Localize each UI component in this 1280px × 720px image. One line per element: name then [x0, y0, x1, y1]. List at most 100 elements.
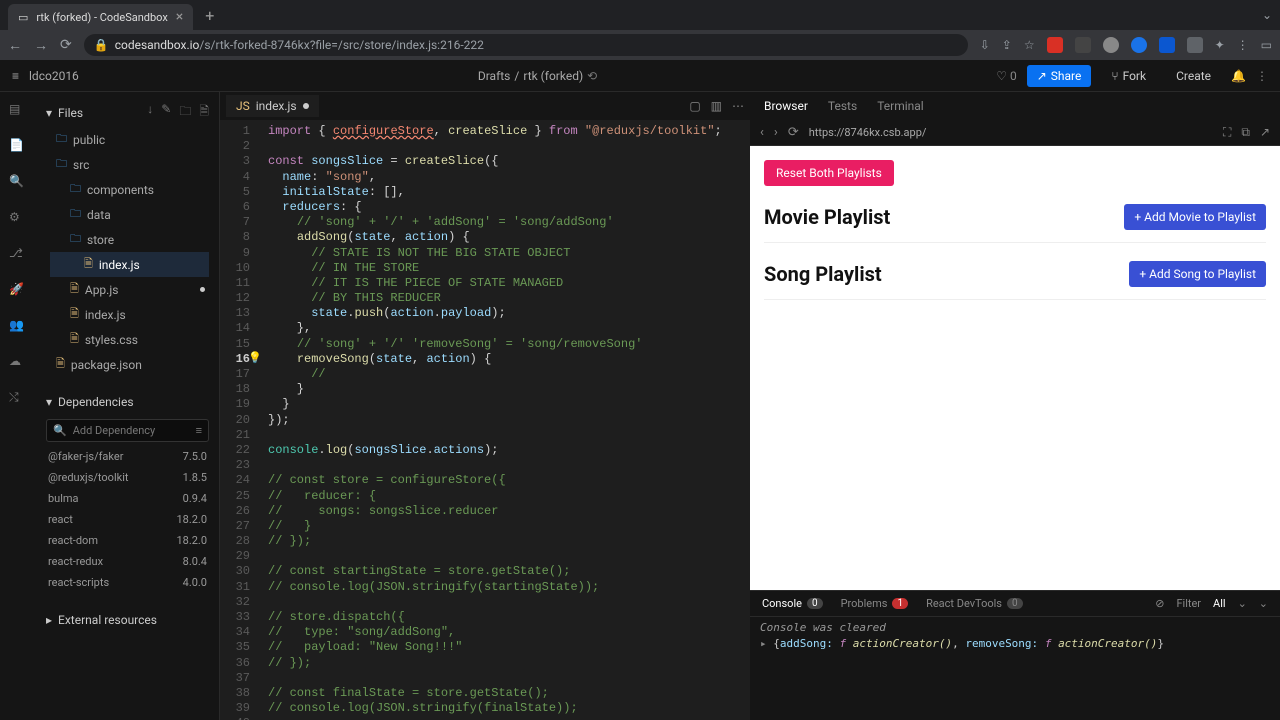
- like-button[interactable]: ♡ 0: [996, 69, 1016, 83]
- menu-icon[interactable]: ≡: [12, 69, 19, 83]
- layout-icon[interactable]: ▢: [689, 99, 700, 113]
- tab-react-devtools[interactable]: React DevTools0: [926, 597, 1023, 610]
- file-tree-item[interactable]: 🗎index.js: [50, 302, 209, 327]
- file-tree-item[interactable]: 🗎styles.css: [50, 327, 209, 352]
- file-tree-item[interactable]: 🗎package.json: [50, 352, 209, 377]
- tab-tests[interactable]: Tests: [828, 95, 857, 117]
- console-log-line[interactable]: ▸ {addSong: f actionCreator(), removeSon…: [760, 634, 1270, 650]
- external-resources-header[interactable]: ▸ External resources: [46, 605, 209, 635]
- dependency-item[interactable]: @reduxjs/toolkit1.8.5: [46, 467, 209, 488]
- ext-icon[interactable]: [1187, 37, 1203, 53]
- server-icon[interactable]: ☁: [9, 354, 27, 372]
- install-icon[interactable]: ⇩: [980, 38, 990, 52]
- copy-icon[interactable]: ⧉: [1241, 125, 1250, 140]
- browser-tab[interactable]: ▭ rtk (forked) - CodeSandbox ×: [8, 4, 193, 30]
- dependency-item[interactable]: @faker-js/faker7.5.0: [46, 446, 209, 467]
- gear-icon[interactable]: ⚙: [9, 210, 27, 228]
- more-icon[interactable]: ⋮: [1237, 38, 1249, 52]
- share-icon[interactable]: ⇪: [1002, 38, 1012, 52]
- shuffle-icon[interactable]: ⤭: [9, 390, 27, 408]
- fork-button[interactable]: ⑂ Fork: [1101, 65, 1156, 87]
- folder-icon: 🗀: [70, 230, 81, 249]
- url-bar[interactable]: 🔒 codesandbox.io/s/rtk-forked-8746kx?fil…: [84, 34, 968, 56]
- preview-url[interactable]: https://8746kx.csb.app/: [809, 126, 927, 139]
- files-header[interactable]: ▾ Files ↓ ✎ 🗀 🗎: [46, 98, 209, 127]
- editor-tab[interactable]: JS index.js: [226, 95, 319, 117]
- bell-icon[interactable]: 🔔: [1231, 69, 1246, 83]
- search-icon: 🔍: [53, 424, 67, 437]
- expand-icon[interactable]: ⛶: [1223, 125, 1231, 140]
- dependency-item[interactable]: react-redux8.0.4: [46, 551, 209, 572]
- filter-label[interactable]: Filter: [1176, 597, 1201, 610]
- puzzle-icon[interactable]: ✦: [1215, 38, 1225, 52]
- tab-browser[interactable]: Browser: [764, 95, 808, 117]
- dependency-item[interactable]: react-scripts4.0.0: [46, 572, 209, 593]
- chevron-down-icon[interactable]: ⌄: [1262, 8, 1272, 22]
- edit-icon[interactable]: ✎: [161, 102, 171, 123]
- file-tree-item[interactable]: 🗀data: [50, 202, 209, 227]
- file-tree-item[interactable]: 🗎index.js: [50, 252, 209, 277]
- ext-icon[interactable]: [1103, 37, 1119, 53]
- file-icon[interactable]: 📄: [9, 138, 27, 156]
- star-icon[interactable]: ☆: [1024, 38, 1035, 52]
- preview-iframe: Reset Both Playlists Movie Playlist + Ad…: [750, 146, 1280, 590]
- chevron-down-icon[interactable]: ⌄: [1238, 597, 1247, 610]
- filter-all[interactable]: All: [1213, 597, 1226, 610]
- new-file-icon[interactable]: 🗎: [199, 102, 209, 123]
- file-tree-item[interactable]: 🗀components: [50, 177, 209, 202]
- ext-icon[interactable]: [1159, 37, 1175, 53]
- sidebar: ▾ Files ↓ ✎ 🗀 🗎 🗀public🗀src🗀components🗀d…: [36, 92, 220, 720]
- file-tree-item[interactable]: 🗀public: [50, 127, 209, 152]
- tab-terminal[interactable]: Terminal: [877, 95, 924, 117]
- dependencies-header[interactable]: ▾ Dependencies: [46, 389, 209, 415]
- open-icon[interactable]: ↗: [1260, 125, 1270, 140]
- file-tree-item[interactable]: 🗎App.js: [50, 277, 209, 302]
- split-icon[interactable]: ▥: [711, 99, 722, 113]
- dependency-item[interactable]: react18.2.0: [46, 509, 209, 530]
- close-icon[interactable]: ×: [176, 9, 183, 25]
- github-icon[interactable]: ⎇: [9, 246, 27, 264]
- clear-icon[interactable]: ⊘: [1155, 597, 1164, 610]
- menu-icon[interactable]: ≡: [196, 424, 202, 437]
- collapse-icon[interactable]: ⌄: [1259, 597, 1268, 610]
- back-icon[interactable]: ‹: [760, 125, 764, 140]
- forward-icon[interactable]: →: [34, 37, 48, 54]
- add-movie-button[interactable]: + Add Movie to Playlist: [1124, 204, 1266, 230]
- lightbulb-icon[interactable]: 💡: [248, 352, 262, 367]
- search-icon[interactable]: 🔍: [9, 174, 27, 192]
- ext-icon[interactable]: [1047, 37, 1063, 53]
- ext-icon[interactable]: [1131, 37, 1147, 53]
- file-tree-item[interactable]: 🗀store: [50, 227, 209, 252]
- breadcrumb-drafts[interactable]: Drafts: [478, 69, 511, 83]
- dependency-item[interactable]: bulma0.9.4: [46, 488, 209, 509]
- user-name[interactable]: ldco2016: [29, 69, 79, 83]
- new-folder-icon[interactable]: 🗀: [179, 102, 191, 123]
- ext-icon[interactable]: [1075, 37, 1091, 53]
- create-button[interactable]: Create: [1166, 65, 1221, 87]
- code-area[interactable]: 1234567891011121314151617181920212223242…: [220, 120, 750, 720]
- more-icon[interactable]: ⋯: [732, 99, 744, 113]
- bookmarks-icon[interactable]: ▭: [1261, 38, 1272, 52]
- explorer-icon[interactable]: ▤: [9, 102, 27, 120]
- download-icon[interactable]: ↓: [147, 102, 153, 123]
- team-icon[interactable]: 👥: [9, 318, 27, 336]
- file-tree-item[interactable]: 🗀src: [50, 152, 209, 177]
- add-dependency-input[interactable]: 🔍 Add Dependency ≡: [46, 419, 209, 442]
- back-icon[interactable]: ←: [8, 37, 22, 54]
- add-song-button[interactable]: + Add Song to Playlist: [1129, 261, 1266, 287]
- reset-playlists-button[interactable]: Reset Both Playlists: [764, 160, 894, 186]
- breadcrumb: Drafts / rtk (forked) ⟲: [478, 69, 597, 83]
- new-tab-button[interactable]: +: [205, 6, 214, 25]
- sync-icon[interactable]: ⟲: [587, 69, 597, 83]
- tab-problems[interactable]: Problems1: [841, 597, 908, 610]
- dependency-item[interactable]: react-dom18.2.0: [46, 530, 209, 551]
- deploy-icon[interactable]: 🚀: [9, 282, 27, 300]
- breadcrumb-project[interactable]: rtk (forked): [523, 69, 583, 83]
- reload-icon[interactable]: ⟳: [788, 125, 799, 140]
- forward-icon[interactable]: ›: [774, 125, 778, 140]
- kebab-icon[interactable]: ⋮: [1256, 69, 1268, 83]
- tab-console[interactable]: Console0: [762, 597, 823, 610]
- reload-icon[interactable]: ⟳: [60, 37, 72, 53]
- share-button[interactable]: ↗ Share: [1027, 65, 1092, 87]
- lock-icon: 🔒: [94, 38, 109, 52]
